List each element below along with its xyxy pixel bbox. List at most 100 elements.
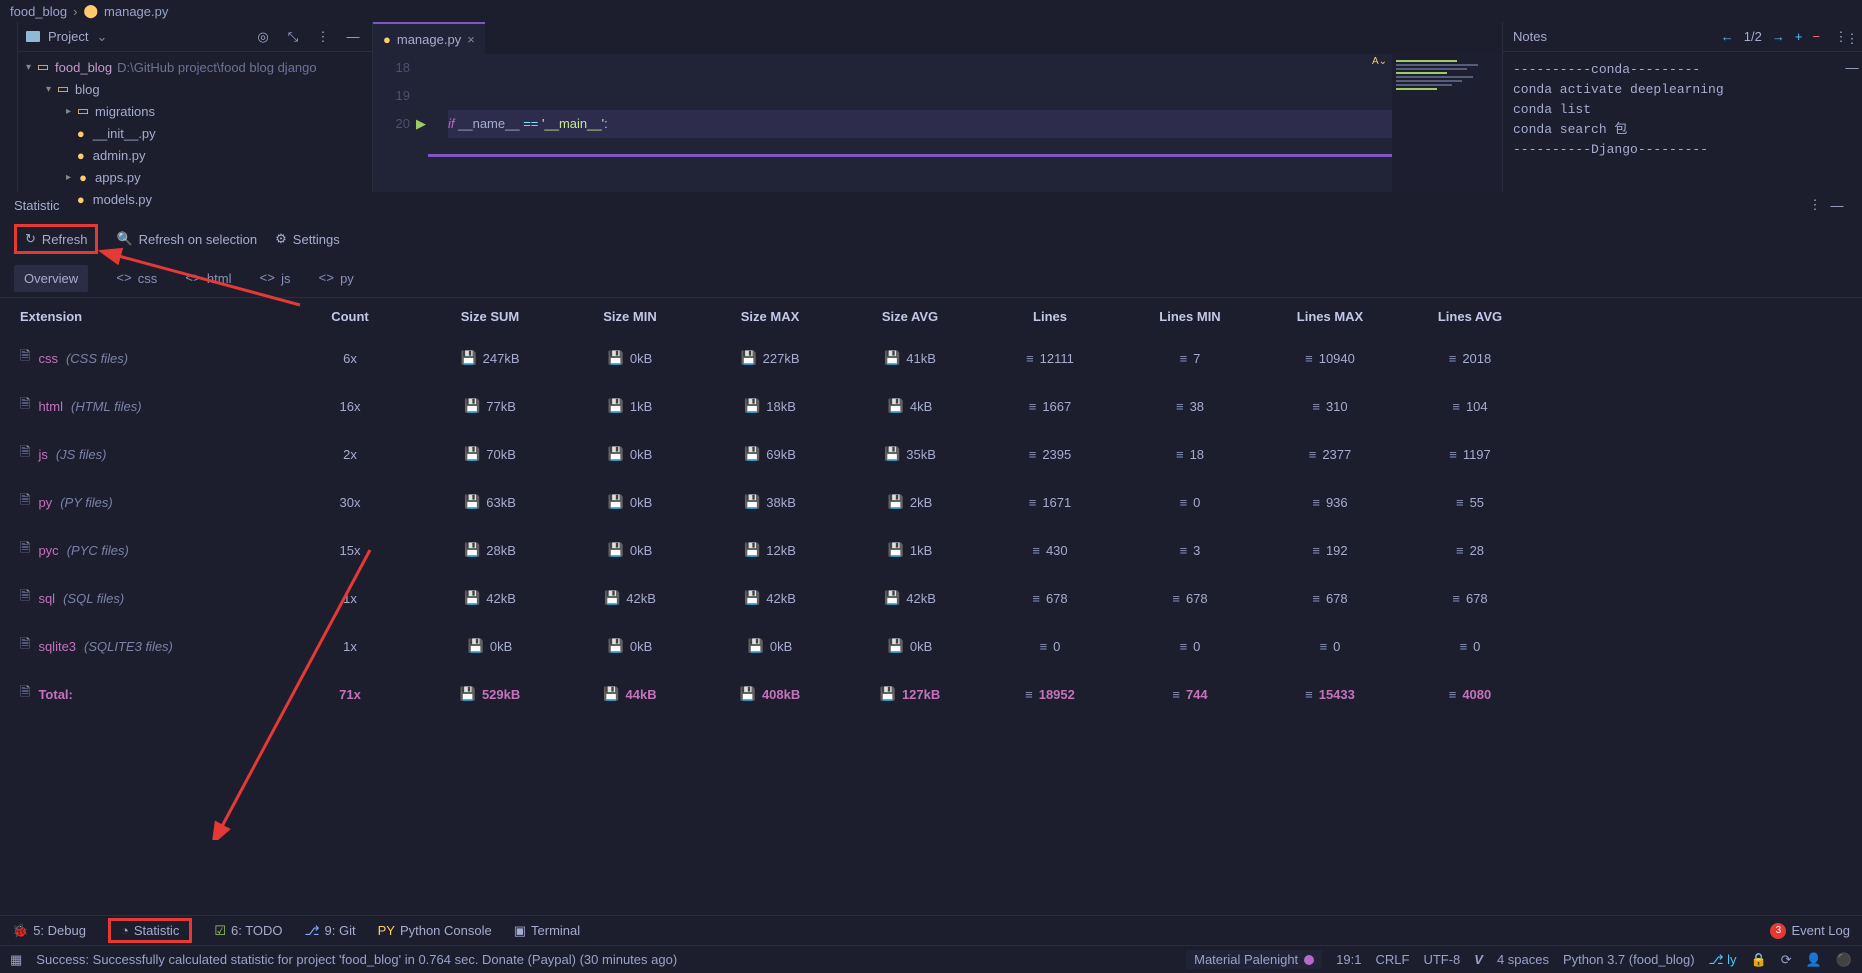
header-extension[interactable]: Extension	[20, 309, 280, 324]
tab-html[interactable]: <>html	[185, 271, 231, 286]
project-root[interactable]: ▾ ▭ food_blog D:\GitHub project\food blo…	[18, 56, 372, 78]
breadcrumb-file[interactable]: manage.py	[104, 4, 168, 19]
remove-note-icon[interactable]: −	[1812, 29, 1820, 44]
tree-item[interactable]: ●__init__.py	[18, 122, 372, 144]
hide-icon[interactable]: —	[1826, 194, 1848, 216]
header-lines-min[interactable]: Lines MIN	[1120, 309, 1260, 324]
cursor-position[interactable]: 19:1	[1336, 952, 1361, 967]
disk-icon: 💾	[464, 494, 480, 510]
header-size-avg[interactable]: Size AVG	[840, 309, 980, 324]
tool-statistic[interactable]: ◔Statistic	[108, 918, 192, 943]
table-row[interactable]: 🗎sqlite3 (SQLITE3 files)1x💾0kB💾0kB💾0kB💾0…	[0, 622, 1862, 670]
editor-tab[interactable]: ● manage.py ×	[373, 22, 485, 54]
folder-icon: ▭	[76, 104, 90, 118]
table-row[interactable]: 🗎py (PY files)30x💾63kB💾0kB💾38kB💾2kB≡1671…	[0, 478, 1862, 526]
refresh-button[interactable]: ↻ Refresh	[14, 224, 98, 254]
notes-header: Notes ← 1/2 → + − ⋮	[1503, 22, 1862, 52]
git-branch[interactable]: ⎇ ly	[1709, 952, 1737, 968]
tree-item[interactable]: ●admin.py	[18, 144, 372, 166]
header-size-min[interactable]: Size MIN	[560, 309, 700, 324]
header-count[interactable]: Count	[280, 309, 420, 324]
tool-python-console[interactable]: PYPython Console	[378, 923, 492, 938]
theme-indicator[interactable]: Material Palenight	[1186, 950, 1322, 969]
header-lines-max[interactable]: Lines MAX	[1260, 309, 1400, 324]
ext-link[interactable]: html	[38, 399, 63, 414]
tab-py[interactable]: <>py	[318, 271, 353, 286]
more-icon[interactable]: ⋮	[1804, 194, 1826, 216]
inspection-icon[interactable]: A⌄	[1372, 56, 1387, 67]
lock-icon[interactable]: 🔒	[1751, 952, 1767, 968]
python-interpreter[interactable]: Python 3.7 (food_blog)	[1563, 952, 1695, 967]
tab-overview[interactable]: Overview	[14, 265, 88, 292]
caret-icon[interactable]: ▸	[66, 172, 71, 183]
header-size-max[interactable]: Size MAX	[700, 309, 840, 324]
breadcrumb-project[interactable]: food_blog	[10, 4, 67, 19]
tree-item[interactable]: ▸▭migrations	[18, 100, 372, 122]
prev-note-icon[interactable]: ←	[1721, 29, 1734, 44]
tool-git[interactable]: ⎇9: Git	[305, 923, 356, 939]
more-icon[interactable]: ⋮	[312, 26, 334, 48]
tool-todo[interactable]: ☑6: TODO	[214, 923, 282, 939]
add-note-icon[interactable]: +	[1795, 29, 1803, 44]
caret-icon[interactable]	[66, 150, 69, 161]
close-icon[interactable]: ×	[467, 32, 475, 47]
tree-item[interactable]: ▸●apps.py	[18, 166, 372, 188]
caret-icon[interactable]: ▾	[46, 84, 51, 95]
cell-value: 227kB	[763, 351, 800, 366]
caret-icon[interactable]: ▸	[66, 106, 71, 117]
locate-icon[interactable]: ◎	[252, 26, 274, 48]
ide-icon[interactable]: ⚫	[1836, 952, 1852, 968]
cell-value: 0kB	[630, 351, 652, 366]
line-separator[interactable]: CRLF	[1375, 952, 1409, 967]
tool-terminal[interactable]: ▣Terminal	[514, 923, 580, 939]
editor-code[interactable]: if __name__ == '__main__':	[428, 54, 1502, 192]
more-icon[interactable]: ⋮	[1841, 28, 1862, 50]
cell-value: 0kB	[630, 447, 652, 462]
editor-minimap[interactable]: A⌄	[1392, 54, 1502, 192]
python-icon: ●	[76, 170, 90, 184]
ext-link[interactable]: sql	[38, 591, 55, 606]
header-size-sum[interactable]: Size SUM	[420, 309, 560, 324]
table-row[interactable]: 🗎html (HTML files)16x💾77kB💾1kB💾18kB💾4kB≡…	[0, 382, 1862, 430]
refresh-selection-button[interactable]: 🔍 Refresh on selection	[116, 231, 257, 247]
run-gutter-icon[interactable]: ▶	[416, 110, 426, 138]
tab-js[interactable]: <>js	[259, 271, 290, 286]
project-pane-title[interactable]: Project	[48, 29, 88, 44]
tree-item[interactable]: ●models.py	[18, 188, 372, 210]
cell-value: 678	[1466, 591, 1488, 606]
ext-link[interactable]: py	[38, 495, 52, 510]
encoding[interactable]: UTF-8	[1423, 952, 1460, 967]
settings-button[interactable]: ⚙ Settings	[275, 231, 340, 247]
ext-link[interactable]: pyc	[38, 543, 58, 558]
ext-link[interactable]: js	[38, 447, 47, 462]
table-row[interactable]: 🗎js (JS files)2x💾70kB💾0kB💾69kB💾35kB≡2395…	[0, 430, 1862, 478]
table-row[interactable]: 🗎css (CSS files)6x💾247kB💾0kB💾227kB💾41kB≡…	[0, 334, 1862, 382]
table-row[interactable]: 🗎pyc (PYC files)15x💾28kB💾0kB💾12kB💾1kB≡43…	[0, 526, 1862, 574]
python-icon: PY	[378, 923, 395, 938]
collapse-icon[interactable]: ⤡	[282, 26, 304, 48]
table-row[interactable]: 🗎sql (SQL files)1x💾42kB💾42kB💾42kB💾42kB≡6…	[0, 574, 1862, 622]
tab-css[interactable]: <>css	[116, 271, 157, 286]
header-lines-avg[interactable]: Lines AVG	[1400, 309, 1540, 324]
editor-main[interactable]: ● manage.py × 18 19 20▶ if __name__ == '…	[373, 22, 1502, 192]
tool-event-log[interactable]: 3Event Log	[1770, 923, 1850, 939]
next-note-icon[interactable]: →	[1772, 29, 1785, 44]
tool-debug[interactable]: 🐞5: Debug	[12, 923, 86, 939]
chevron-down-icon[interactable]: ⌄	[96, 29, 107, 45]
project-root-name: food_blog	[55, 60, 112, 75]
ext-link[interactable]: sqlite3	[38, 639, 76, 654]
sync-icon[interactable]: ⟳	[1781, 952, 1792, 968]
tree-item[interactable]: ▾▭blog	[18, 78, 372, 100]
caret-icon[interactable]	[66, 128, 69, 139]
caret-icon[interactable]	[66, 194, 69, 205]
user-icon[interactable]: 👤	[1806, 952, 1822, 968]
hide-icon[interactable]: —	[342, 26, 364, 48]
virtualenv-icon[interactable]: V	[1474, 952, 1483, 967]
toolwindow-icon[interactable]: ▦	[10, 952, 22, 968]
notes-body[interactable]: ----------conda--------- conda activate …	[1503, 52, 1862, 168]
hide-icon[interactable]: —	[1841, 56, 1862, 78]
header-lines[interactable]: Lines	[980, 309, 1120, 324]
indent[interactable]: 4 spaces	[1497, 952, 1549, 967]
caret-icon[interactable]: ▾	[26, 62, 31, 73]
ext-link[interactable]: css	[38, 351, 58, 366]
